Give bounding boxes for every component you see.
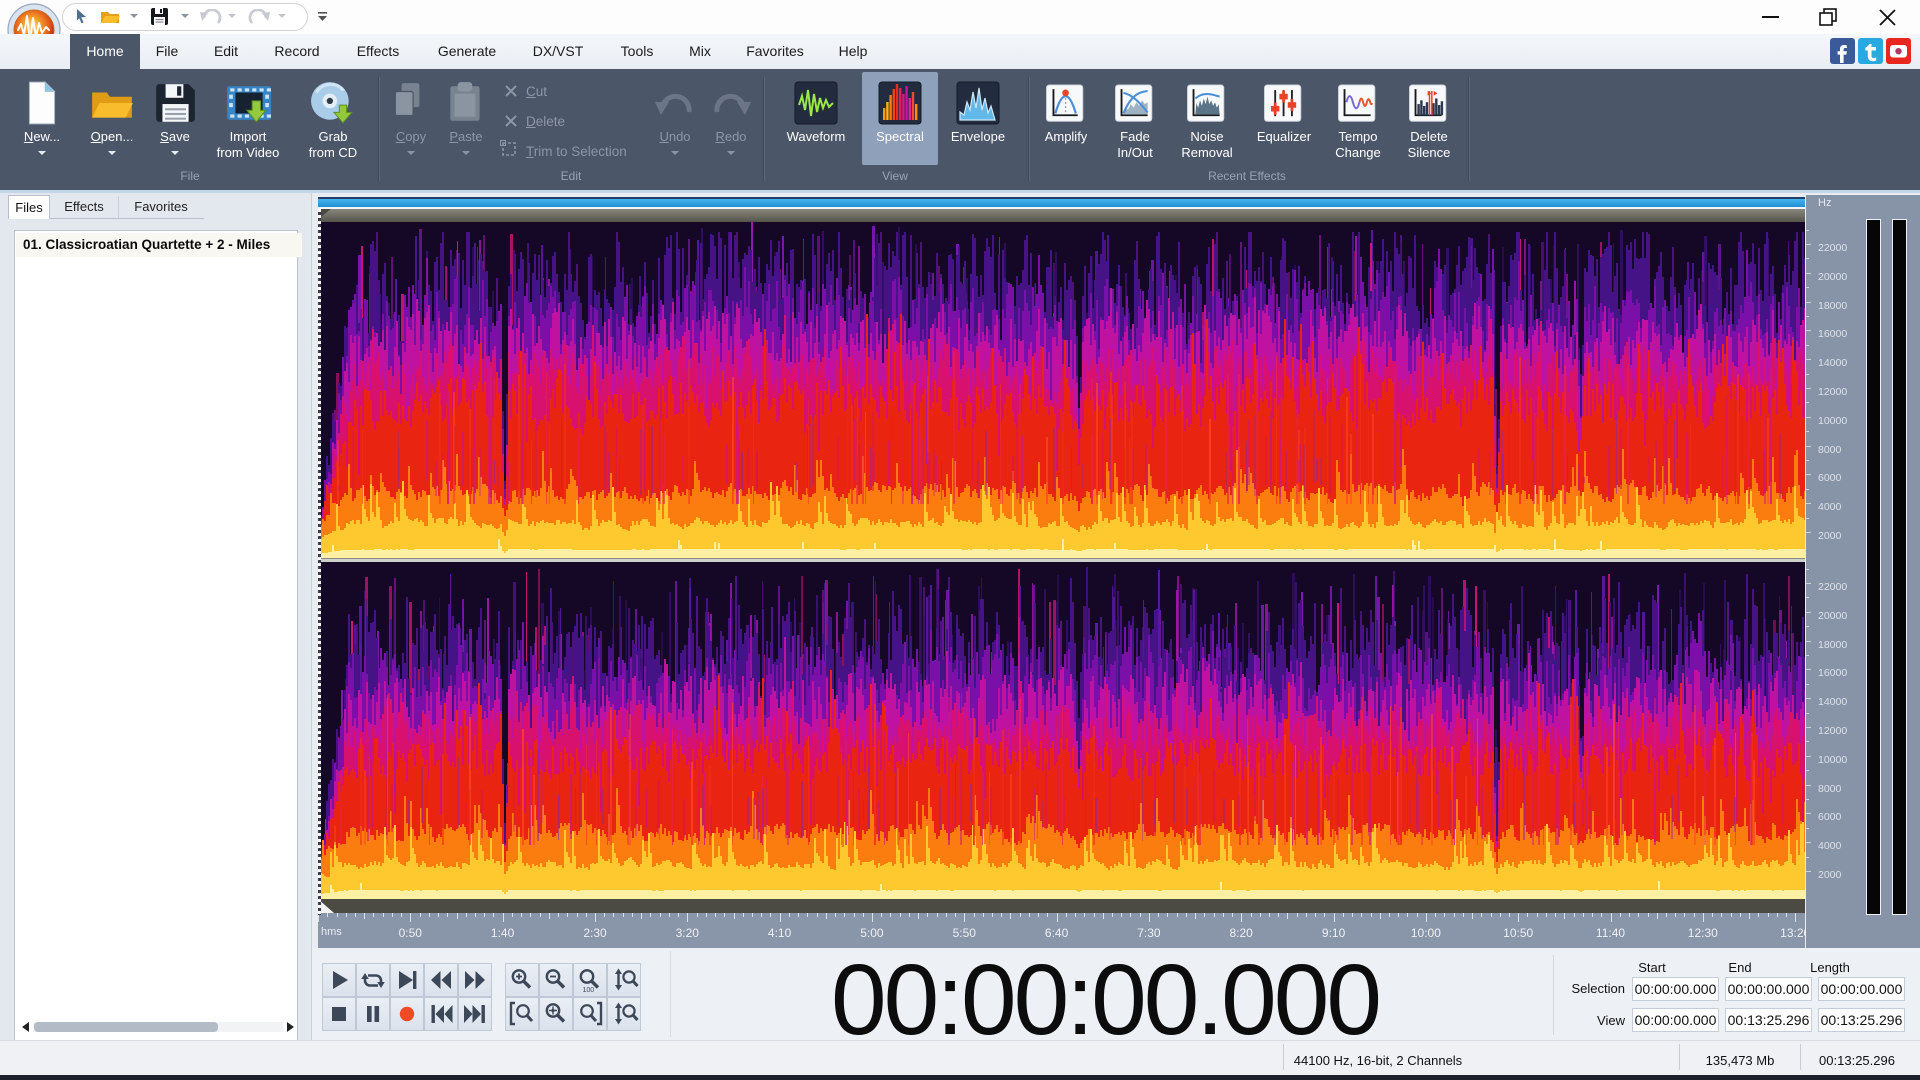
svg-text:100: 100 — [583, 987, 595, 994]
